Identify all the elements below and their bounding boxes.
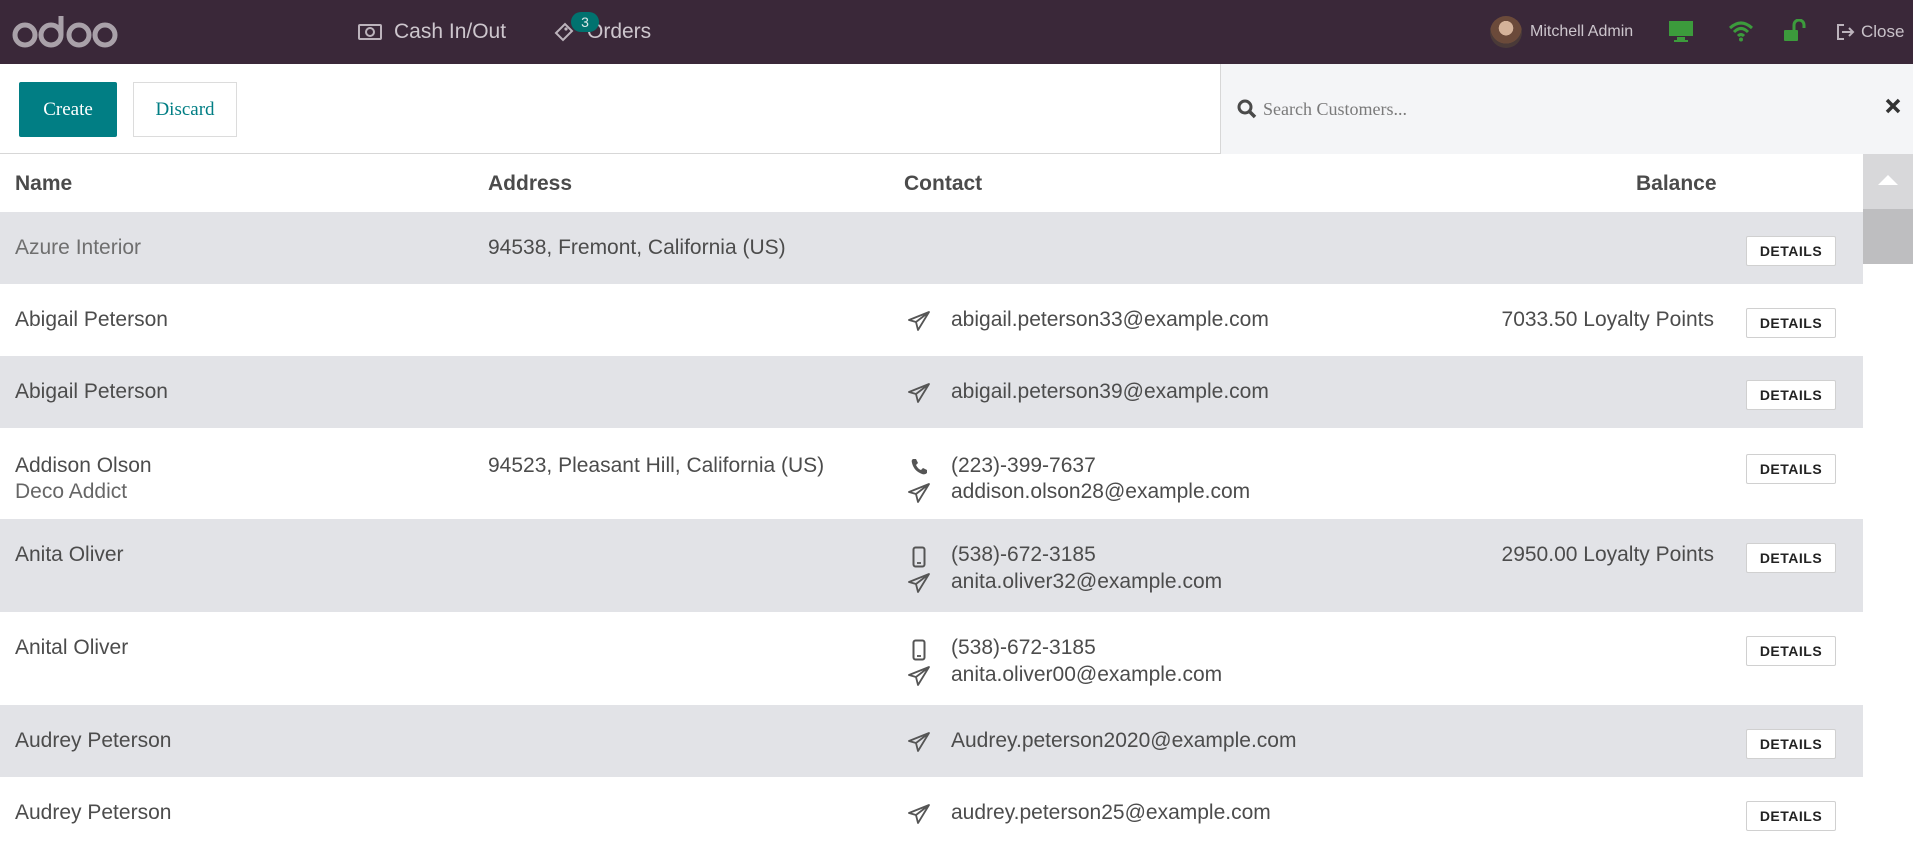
contact-email: Audrey.peterson2020@example.com bbox=[908, 729, 1297, 753]
customer-name-cell: Addison Olson Deco Addict bbox=[15, 454, 152, 504]
customer-email: addison.olson28@example.com bbox=[951, 480, 1251, 503]
contact-email: abigail.peterson39@example.com bbox=[908, 380, 1269, 404]
avatar bbox=[1490, 16, 1522, 48]
table-header: Name Address Contact Balance bbox=[0, 154, 1863, 212]
column-header-balance: Balance bbox=[1636, 172, 1717, 195]
customer-phone: (538)-672-3185 bbox=[951, 636, 1096, 659]
contact-mobile: (538)-672-3185 bbox=[912, 543, 1096, 568]
table-row[interactable]: Abigail Peterson abigail.peterson39@exam… bbox=[0, 356, 1863, 428]
details-button[interactable]: DETAILS bbox=[1746, 236, 1836, 266]
contact-mobile: (538)-672-3185 bbox=[912, 636, 1096, 661]
customer-name: Azure Interior bbox=[15, 236, 142, 259]
details-button[interactable]: DETAILS bbox=[1746, 380, 1836, 410]
scroll-up-button[interactable] bbox=[1863, 154, 1913, 209]
close-icon[interactable] bbox=[1885, 98, 1901, 119]
customer-name: Addison Olson bbox=[15, 454, 152, 477]
paper-plane-icon bbox=[907, 666, 931, 686]
details-button[interactable]: DETAILS bbox=[1746, 729, 1836, 759]
close-label: Close bbox=[1861, 22, 1905, 41]
customer-company: Deco Addict bbox=[15, 480, 128, 503]
customer-email: abigail.peterson39@example.com bbox=[951, 380, 1269, 403]
desktop-icon[interactable] bbox=[1668, 18, 1694, 44]
scrollbar-thumb[interactable] bbox=[1863, 209, 1913, 264]
customer-name: Anita Oliver bbox=[15, 543, 124, 566]
column-header-name: Name bbox=[15, 172, 73, 195]
column-header-address: Address bbox=[488, 172, 573, 195]
discard-button[interactable]: Discard bbox=[133, 82, 237, 137]
cash-in-out-button[interactable]: Cash In/Out bbox=[358, 0, 506, 64]
close-session-button[interactable]: Close bbox=[1836, 0, 1904, 64]
details-button[interactable]: DETAILS bbox=[1746, 454, 1836, 484]
phone-icon bbox=[907, 457, 931, 477]
customer-balance: 2950.00 Loyalty Points bbox=[1501, 543, 1714, 566]
customer-name: Audrey Peterson bbox=[15, 729, 172, 752]
search-bar bbox=[1220, 64, 1913, 154]
customer-email: abigail.peterson33@example.com bbox=[951, 308, 1269, 331]
table-row[interactable]: Abigail Peterson abigail.peterson33@exam… bbox=[0, 284, 1863, 356]
wifi-icon[interactable] bbox=[1728, 18, 1754, 44]
customer-address: 94523, Pleasant Hill, California (US) bbox=[488, 454, 825, 477]
details-button[interactable]: DETAILS bbox=[1746, 636, 1836, 666]
search-icon bbox=[1237, 99, 1257, 124]
mobile-icon bbox=[907, 546, 931, 568]
table-row[interactable]: Addison Olson Deco Addict 94523, Pleasan… bbox=[0, 428, 1863, 519]
customer-email: Audrey.peterson2020@example.com bbox=[951, 729, 1297, 752]
orders-count-badge: 3 bbox=[571, 12, 599, 32]
customer-name: Abigail Peterson bbox=[15, 308, 168, 331]
paper-plane-icon bbox=[907, 383, 931, 403]
customer-email: anita.oliver32@example.com bbox=[951, 570, 1223, 593]
customer-phone: (223)-399-7637 bbox=[951, 454, 1096, 477]
mobile-icon bbox=[907, 639, 931, 661]
contact-email: abigail.peterson33@example.com bbox=[908, 308, 1269, 332]
user-name: Mitchell Admin bbox=[1530, 23, 1634, 40]
search-input[interactable] bbox=[1263, 92, 1843, 126]
paper-plane-icon bbox=[907, 804, 931, 824]
customer-phone: (538)-672-3185 bbox=[951, 543, 1096, 566]
sign-out-icon bbox=[1836, 23, 1856, 41]
customer-name: Anital Oliver bbox=[15, 636, 129, 659]
paper-plane-icon bbox=[907, 483, 931, 503]
partner-controls: Create Discard bbox=[0, 64, 1913, 154]
contact-email: audrey.peterson25@example.com bbox=[908, 801, 1271, 825]
customer-balance: 7033.50 Loyalty Points bbox=[1501, 308, 1714, 331]
odoo-logo bbox=[12, 16, 118, 48]
customer-name: Audrey Peterson bbox=[15, 801, 172, 824]
contact-email: anita.oliver32@example.com bbox=[908, 570, 1223, 594]
customer-name: Abigail Peterson bbox=[15, 380, 168, 403]
orders-button[interactable]: Orders bbox=[553, 0, 651, 64]
details-button[interactable]: DETAILS bbox=[1746, 543, 1836, 573]
customer-address: 94538, Fremont, California (US) bbox=[488, 236, 786, 259]
paper-plane-icon bbox=[907, 311, 931, 331]
table-row[interactable]: Audrey Peterson audrey.peterson25@exampl… bbox=[0, 777, 1863, 849]
user-menu[interactable]: Mitchell Admin bbox=[1490, 0, 1633, 64]
customer-table: Name Address Contact Balance Azure Inter… bbox=[0, 154, 1863, 849]
customer-email: audrey.peterson25@example.com bbox=[951, 801, 1271, 824]
caret-up-icon bbox=[1877, 173, 1899, 191]
cash-in-out-label: Cash In/Out bbox=[394, 20, 507, 43]
pos-topbar: Cash In/Out Orders 3 Mitchell Admin Clos… bbox=[0, 0, 1913, 64]
paper-plane-icon bbox=[907, 732, 931, 752]
paper-plane-icon bbox=[907, 573, 931, 593]
contact-email: addison.olson28@example.com bbox=[908, 480, 1251, 504]
customer-email: anita.oliver00@example.com bbox=[951, 663, 1223, 686]
table-row[interactable]: Anital Oliver (538)-672-3185 anita.olive… bbox=[0, 612, 1863, 705]
contact-phone: (223)-399-7637 bbox=[911, 454, 1096, 478]
create-button[interactable]: Create bbox=[19, 82, 117, 137]
details-button[interactable]: DETAILS bbox=[1746, 308, 1836, 338]
table-row[interactable]: Audrey Peterson Audrey.peterson2020@exam… bbox=[0, 705, 1863, 777]
contact-email: anita.oliver00@example.com bbox=[908, 663, 1223, 687]
details-button[interactable]: DETAILS bbox=[1746, 801, 1836, 831]
table-row[interactable]: Anita Oliver (538)-672-3185 anita.oliver… bbox=[0, 519, 1863, 612]
table-row[interactable]: Azure Interior 94538, Fremont, Californi… bbox=[0, 212, 1863, 284]
unlock-icon[interactable] bbox=[1782, 18, 1806, 44]
column-header-contact: Contact bbox=[904, 172, 983, 195]
money-icon bbox=[358, 23, 382, 41]
